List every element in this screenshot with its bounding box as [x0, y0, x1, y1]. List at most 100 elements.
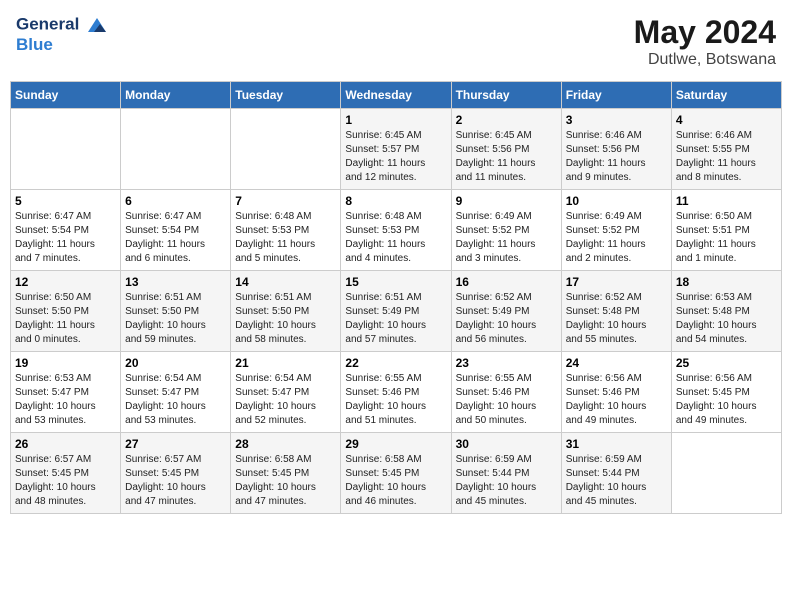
- day-info: Sunrise: 6:50 AM Sunset: 5:51 PM Dayligh…: [676, 210, 777, 266]
- logo-text: General: [16, 14, 108, 36]
- calendar-cell: 17Sunrise: 6:52 AM Sunset: 5:48 PM Dayli…: [561, 271, 671, 352]
- day-number: 21: [235, 356, 336, 370]
- calendar-cell: 11 Sunrise: 6:50 AM Sunset: 5:51 PM Dayli…: [671, 190, 781, 271]
- logo-blue-text: Blue: [16, 36, 108, 55]
- day-info: Sunrise: 6:53 AM Sunset: 5:48 PM Dayligh…: [676, 291, 777, 347]
- calendar-cell: 4 Sunrise: 6:46 AM Sunset: 5:55 PM Daylig…: [671, 109, 781, 190]
- calendar-cell: [671, 433, 781, 514]
- calendar-cell: [231, 109, 341, 190]
- day-number: 29: [345, 437, 446, 451]
- title-block: May 2024 Dutlwe, Botswana: [634, 14, 776, 69]
- day-info: Sunrise: 6:45 AM Sunset: 5:56 PM Dayligh…: [456, 129, 557, 185]
- day-number: 8: [345, 194, 446, 208]
- calendar-cell: 31 Sunrise: 6:59 AM Sunset: 5:44 PM Dayli…: [561, 433, 671, 514]
- calendar-cell: 7 Sunrise: 6:48 AM Sunset: 5:53 PM Daylig…: [231, 190, 341, 271]
- day-number: 22: [345, 356, 446, 370]
- day-number: 12: [15, 275, 116, 289]
- day-number: 23: [456, 356, 557, 370]
- day-info: Sunrise: 6:48 AM Sunset: 5:53 PM Dayligh…: [345, 210, 446, 266]
- calendar-cell: 3Sunrise: 6:46 AM Sunset: 5:56 PM Daylig…: [561, 109, 671, 190]
- calendar-cell: 10 Sunrise: 6:49 AM Sunset: 5:52 PM Dayli…: [561, 190, 671, 271]
- day-number: 11: [676, 194, 777, 208]
- calendar-cell: 5Sunrise: 6:47 AM Sunset: 5:54 PM Daylig…: [11, 190, 121, 271]
- day-info: Sunrise: 6:49 AM Sunset: 5:52 PM Dayligh…: [566, 210, 667, 266]
- header-monday: Monday: [121, 82, 231, 109]
- day-info: Sunrise: 6:57 AM Sunset: 5:45 PM Dayligh…: [125, 453, 226, 509]
- calendar-cell: 8 Sunrise: 6:48 AM Sunset: 5:53 PM Daylig…: [341, 190, 451, 271]
- day-info: Sunrise: 6:55 AM Sunset: 5:46 PM Dayligh…: [456, 372, 557, 428]
- day-info: Sunrise: 6:57 AM Sunset: 5:45 PM Dayligh…: [15, 453, 116, 509]
- calendar-cell: 1 Sunrise: 6:45 AM Sunset: 5:57 PM Daylig…: [341, 109, 451, 190]
- calendar-cell: 23 Sunrise: 6:55 AM Sunset: 5:46 PM Dayli…: [451, 352, 561, 433]
- day-number: 19: [15, 356, 116, 370]
- day-number: 9: [456, 194, 557, 208]
- calendar-header-row: SundayMondayTuesdayWednesdayThursdayFrid…: [11, 82, 782, 109]
- header-friday: Friday: [561, 82, 671, 109]
- day-info: Sunrise: 6:59 AM Sunset: 5:44 PM Dayligh…: [456, 453, 557, 509]
- day-info: Sunrise: 6:53 AM Sunset: 5:47 PM Dayligh…: [15, 372, 116, 428]
- calendar-cell: 26 Sunrise: 6:57 AM Sunset: 5:45 PM Dayli…: [11, 433, 121, 514]
- location: Dutlwe, Botswana: [634, 51, 776, 69]
- day-number: 25: [676, 356, 777, 370]
- day-number: 13: [125, 275, 226, 289]
- calendar-cell: 19 Sunrise: 6:53 AM Sunset: 5:47 PM Dayli…: [11, 352, 121, 433]
- day-number: 14: [235, 275, 336, 289]
- calendar-cell: [11, 109, 121, 190]
- calendar-cell: 21 Sunrise: 6:54 AM Sunset: 5:47 PM Dayli…: [231, 352, 341, 433]
- day-info: Sunrise: 6:56 AM Sunset: 5:46 PM Dayligh…: [566, 372, 667, 428]
- calendar-cell: 28 Sunrise: 6:58 AM Sunset: 5:45 PM Dayli…: [231, 433, 341, 514]
- header-saturday: Saturday: [671, 82, 781, 109]
- day-number: 6: [125, 194, 226, 208]
- calendar-cell: 30 Sunrise: 6:59 AM Sunset: 5:44 PM Dayli…: [451, 433, 561, 514]
- calendar-cell: 16Sunrise: 6:52 AM Sunset: 5:49 PM Dayli…: [451, 271, 561, 352]
- day-info: Sunrise: 6:47 AM Sunset: 5:54 PM Dayligh…: [125, 210, 226, 266]
- day-info: Sunrise: 6:52 AM Sunset: 5:49 PM Dayligh…: [456, 291, 557, 347]
- day-info: Sunrise: 6:52 AM Sunset: 5:48 PM Dayligh…: [566, 291, 667, 347]
- day-number: 4: [676, 113, 777, 127]
- calendar-cell: 20Sunrise: 6:54 AM Sunset: 5:47 PM Dayli…: [121, 352, 231, 433]
- day-number: 2: [456, 113, 557, 127]
- day-info: Sunrise: 6:48 AM Sunset: 5:53 PM Dayligh…: [235, 210, 336, 266]
- day-info: Sunrise: 6:56 AM Sunset: 5:45 PM Dayligh…: [676, 372, 777, 428]
- calendar-week-row: 1 Sunrise: 6:45 AM Sunset: 5:57 PM Daylig…: [11, 109, 782, 190]
- day-number: 24: [566, 356, 667, 370]
- calendar-cell: [121, 109, 231, 190]
- calendar-cell: 22 Sunrise: 6:55 AM Sunset: 5:46 PM Dayli…: [341, 352, 451, 433]
- day-info: Sunrise: 6:51 AM Sunset: 5:49 PM Dayligh…: [345, 291, 446, 347]
- day-number: 30: [456, 437, 557, 451]
- day-number: 10: [566, 194, 667, 208]
- day-info: Sunrise: 6:46 AM Sunset: 5:55 PM Dayligh…: [676, 129, 777, 185]
- calendar-week-row: 5 Sunrise: 6:47 AM Sunset: 5:54 PM Daylig…: [11, 190, 782, 271]
- calendar-table: SundayMondayTuesdayWednesdayThursdayFrid…: [10, 81, 782, 514]
- calendar-cell: 27 Sunrise: 6:57 AM Sunset: 5:45 PM Dayli…: [121, 433, 231, 514]
- day-info: Sunrise: 6:54 AM Sunset: 5:47 PM Dayligh…: [235, 372, 336, 428]
- calendar-week-row: 12Sunrise: 6:50 AM Sunset: 5:50 PM Dayli…: [11, 271, 782, 352]
- day-info: Sunrise: 6:59 AM Sunset: 5:44 PM Dayligh…: [566, 453, 667, 509]
- day-info: Sunrise: 6:51 AM Sunset: 5:50 PM Dayligh…: [235, 291, 336, 347]
- day-info: Sunrise: 6:45 AM Sunset: 5:57 PM Dayligh…: [345, 129, 446, 185]
- day-number: 31: [566, 437, 667, 451]
- day-number: 5: [15, 194, 116, 208]
- header-wednesday: Wednesday: [341, 82, 451, 109]
- day-info: Sunrise: 6:55 AM Sunset: 5:46 PM Dayligh…: [345, 372, 446, 428]
- day-number: 20: [125, 356, 226, 370]
- day-number: 26: [15, 437, 116, 451]
- page-header: General Blue May 2024 Dutlwe, Botswana: [10, 10, 782, 73]
- day-info: Sunrise: 6:49 AM Sunset: 5:52 PM Dayligh…: [456, 210, 557, 266]
- calendar-cell: 25 Sunrise: 6:56 AM Sunset: 5:45 PM Dayli…: [671, 352, 781, 433]
- day-number: 1: [345, 113, 446, 127]
- calendar-cell: 24 Sunrise: 6:56 AM Sunset: 5:46 PM Dayli…: [561, 352, 671, 433]
- day-info: Sunrise: 6:51 AM Sunset: 5:50 PM Dayligh…: [125, 291, 226, 347]
- day-number: 18: [676, 275, 777, 289]
- logo: General Blue: [16, 14, 108, 55]
- day-number: 27: [125, 437, 226, 451]
- day-info: Sunrise: 6:58 AM Sunset: 5:45 PM Dayligh…: [235, 453, 336, 509]
- day-number: 28: [235, 437, 336, 451]
- day-info: Sunrise: 6:58 AM Sunset: 5:45 PM Dayligh…: [345, 453, 446, 509]
- calendar-cell: 14 Sunrise: 6:51 AM Sunset: 5:50 PM Dayli…: [231, 271, 341, 352]
- day-number: 7: [235, 194, 336, 208]
- calendar-week-row: 26 Sunrise: 6:57 AM Sunset: 5:45 PM Dayli…: [11, 433, 782, 514]
- calendar-cell: 13 Sunrise: 6:51 AM Sunset: 5:50 PM Dayli…: [121, 271, 231, 352]
- day-number: 15: [345, 275, 446, 289]
- calendar-cell: 2 Sunrise: 6:45 AM Sunset: 5:56 PM Daylig…: [451, 109, 561, 190]
